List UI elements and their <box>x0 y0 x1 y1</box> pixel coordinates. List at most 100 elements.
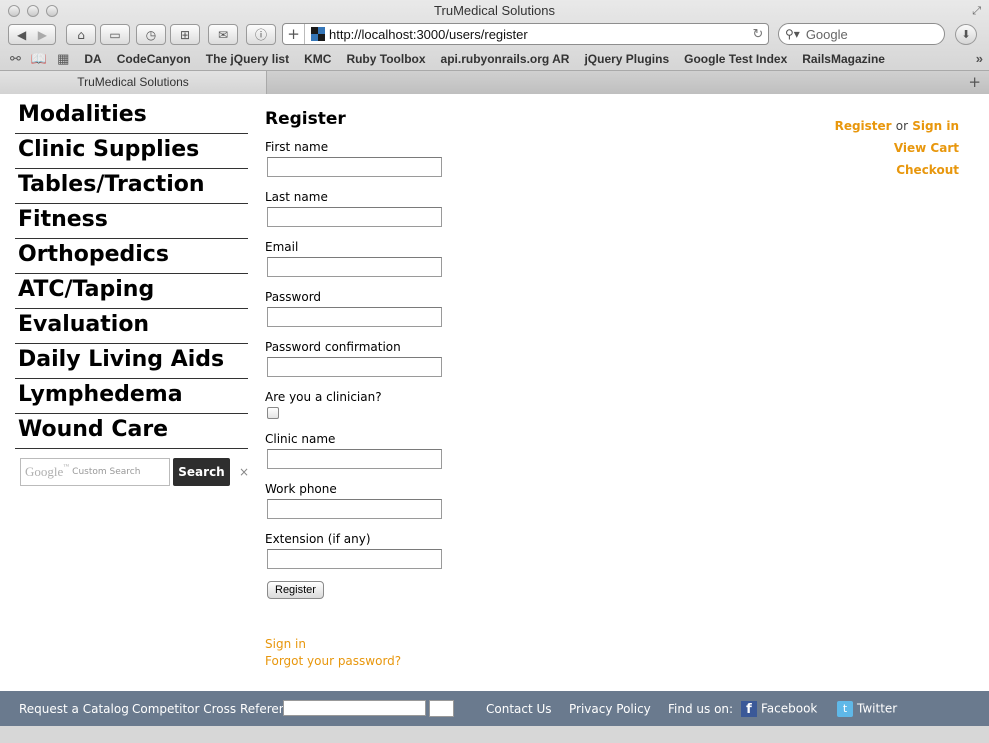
category-link[interactable]: Tables/Traction <box>15 169 248 204</box>
back-forward-buttons[interactable]: ◀ ▶ <box>8 24 56 45</box>
go-button[interactable]: Go <box>429 700 454 717</box>
contact-us-link[interactable]: Contact Us <box>486 702 552 716</box>
google-custom-search: Google™ Custom Search Search × <box>20 458 249 486</box>
reload-icon[interactable]: ↻ <box>748 27 768 42</box>
first-name-label: First name <box>265 140 329 154</box>
download-icon: ⬇ <box>961 28 971 41</box>
fullscreen-icon[interactable]: ⤢ <box>972 4 981 18</box>
title-bar: TruMedical Solutions ⤢ <box>0 0 989 22</box>
twitter-link[interactable]: t Twitter <box>837 700 897 717</box>
register-submit-button[interactable]: Register <box>267 581 324 599</box>
tab-trumedical[interactable]: TruMedical Solutions <box>0 71 267 94</box>
privacy-policy-link[interactable]: Privacy Policy <box>569 702 651 716</box>
bookmark-item[interactable]: The jQuery list <box>206 52 289 66</box>
add-bookmark-icon: ⊞ <box>179 27 191 42</box>
request-catalog-link[interactable]: Request a Catalog <box>19 702 129 716</box>
last-name-group: Last name <box>265 190 565 227</box>
info-button[interactable]: ⓘ <box>246 24 276 45</box>
bookmark-item[interactable]: api.rubyonrails.org AR <box>441 52 570 66</box>
browser-search-field[interactable]: ⚲▾ Google <box>778 23 945 45</box>
more-bookmarks-icon[interactable]: » <box>976 51 983 66</box>
custom-search-input[interactable]: Google™ Custom Search <box>20 458 170 486</box>
register-link[interactable]: Register <box>835 119 892 133</box>
header-sign-in-link[interactable]: Sign in <box>912 119 959 133</box>
bookmark-item[interactable]: CodeCanyon <box>117 52 191 66</box>
work-phone-group: Work phone <box>265 482 565 519</box>
clinician-group: Are you a clinician? <box>265 390 565 419</box>
clinician-checkbox[interactable] <box>267 407 279 419</box>
home-button[interactable]: ⌂ <box>66 24 96 45</box>
category-link[interactable]: Lymphedema <box>15 379 248 414</box>
mail-icon: ✉ <box>217 27 229 42</box>
category-link[interactable]: Wound Care <box>15 414 248 449</box>
url-input[interactable]: http://localhost:3000/users/register <box>329 27 748 42</box>
find-us-label: Find us on: <box>668 701 734 716</box>
category-link[interactable]: Daily Living Aids <box>15 344 248 379</box>
auth-links: Sign in Forgot your password? <box>265 636 565 670</box>
reader-glasses-icon[interactable]: ⚯ <box>10 51 21 67</box>
mail-button[interactable]: ✉ <box>208 24 238 45</box>
category-link[interactable]: ATC/Taping <box>15 274 248 309</box>
facebook-icon: f <box>741 700 757 717</box>
reading-list-button[interactable]: ▭ <box>100 24 130 45</box>
bookmarks-bar: ⚯ 📖 ▦ DA CodeCanyon The jQuery list KMC … <box>0 49 989 69</box>
clinic-name-field[interactable] <box>267 449 442 469</box>
history-button[interactable]: ◷ <box>136 24 166 45</box>
window-bottom-edge <box>0 726 989 743</box>
bookmark-item[interactable]: DA <box>84 52 101 66</box>
last-name-field[interactable] <box>267 207 442 227</box>
browser-chrome: TruMedical Solutions ⤢ ◀ ▶ ⌂ ▭ ◷ ⊞ ✉ ⓘ +… <box>0 0 989 94</box>
password-field[interactable] <box>267 307 442 327</box>
sign-in-link[interactable]: Sign in <box>265 636 565 653</box>
first-name-group: First name <box>265 140 565 177</box>
address-bar[interactable]: + http://localhost:3000/users/register ↻ <box>282 23 769 45</box>
google-logo: Google™ <box>25 464 70 479</box>
password-confirmation-label: Password confirmation <box>265 340 401 354</box>
work-phone-field[interactable] <box>267 499 442 519</box>
email-field[interactable] <box>267 257 442 277</box>
home-icon: ⌂ <box>77 27 85 42</box>
page-title: Register <box>265 109 346 129</box>
favicon-icon <box>311 27 325 41</box>
bookmark-item[interactable]: Ruby Toolbox <box>346 52 425 66</box>
work-phone-label: Work phone <box>265 482 337 496</box>
back-arrow-icon[interactable]: ◀ <box>17 28 26 42</box>
browser-search-placeholder: Google <box>805 26 848 42</box>
checkout-link[interactable]: Checkout <box>896 163 959 177</box>
forward-arrow-icon[interactable]: ▶ <box>38 28 47 42</box>
category-link[interactable]: Orthopedics <box>15 239 248 274</box>
add-icon[interactable]: + <box>283 24 305 44</box>
bookmark-item[interactable]: jQuery Plugins <box>584 52 669 66</box>
top-sites-grid-icon[interactable]: ▦ <box>57 51 69 67</box>
category-link[interactable]: Clinic Supplies <box>15 134 248 169</box>
facebook-link[interactable]: f Facebook <box>741 700 817 717</box>
window-title: TruMedical Solutions <box>434 3 555 18</box>
new-tab-icon[interactable]: + <box>968 73 981 91</box>
search-button[interactable]: Search <box>173 458 230 486</box>
book-icon: ▭ <box>109 27 121 42</box>
add-bookmark-button[interactable]: ⊞ <box>170 24 200 45</box>
register-form: Register First name Last name Email Pass… <box>265 109 565 670</box>
bookmark-item[interactable]: KMC <box>304 52 331 66</box>
search-icon: ⚲▾ <box>785 27 800 41</box>
open-book-icon[interactable]: 📖 <box>31 51 47 67</box>
browser-toolbar: ◀ ▶ ⌂ ▭ ◷ ⊞ ✉ ⓘ + http://localhost:3000/… <box>0 22 989 48</box>
bookmark-item[interactable]: RailsMagazine <box>802 52 885 66</box>
category-link[interactable]: Fitness <box>15 204 248 239</box>
downloads-button[interactable]: ⬇ <box>955 24 977 45</box>
view-cart-link[interactable]: View Cart <box>894 141 959 155</box>
clear-search-icon[interactable]: × <box>239 465 249 479</box>
category-link[interactable]: Evaluation <box>15 309 248 344</box>
forgot-password-link[interactable]: Forgot your password? <box>265 653 565 670</box>
extension-field[interactable] <box>267 549 442 569</box>
cross-reference-input[interactable] <box>283 700 426 716</box>
bookmark-item[interactable]: Google Test Index <box>684 52 787 66</box>
first-name-field[interactable] <box>267 157 442 177</box>
account-links: Register or Sign in View Cart Checkout <box>835 115 959 181</box>
cross-reference-label: Competitor Cross Reference <box>132 701 301 716</box>
category-link[interactable]: Modalities <box>15 99 248 134</box>
clinic-name-label: Clinic name <box>265 432 336 446</box>
password-confirmation-field[interactable] <box>267 357 442 377</box>
password-group: Password <box>265 290 565 327</box>
email-group: Email <box>265 240 565 277</box>
